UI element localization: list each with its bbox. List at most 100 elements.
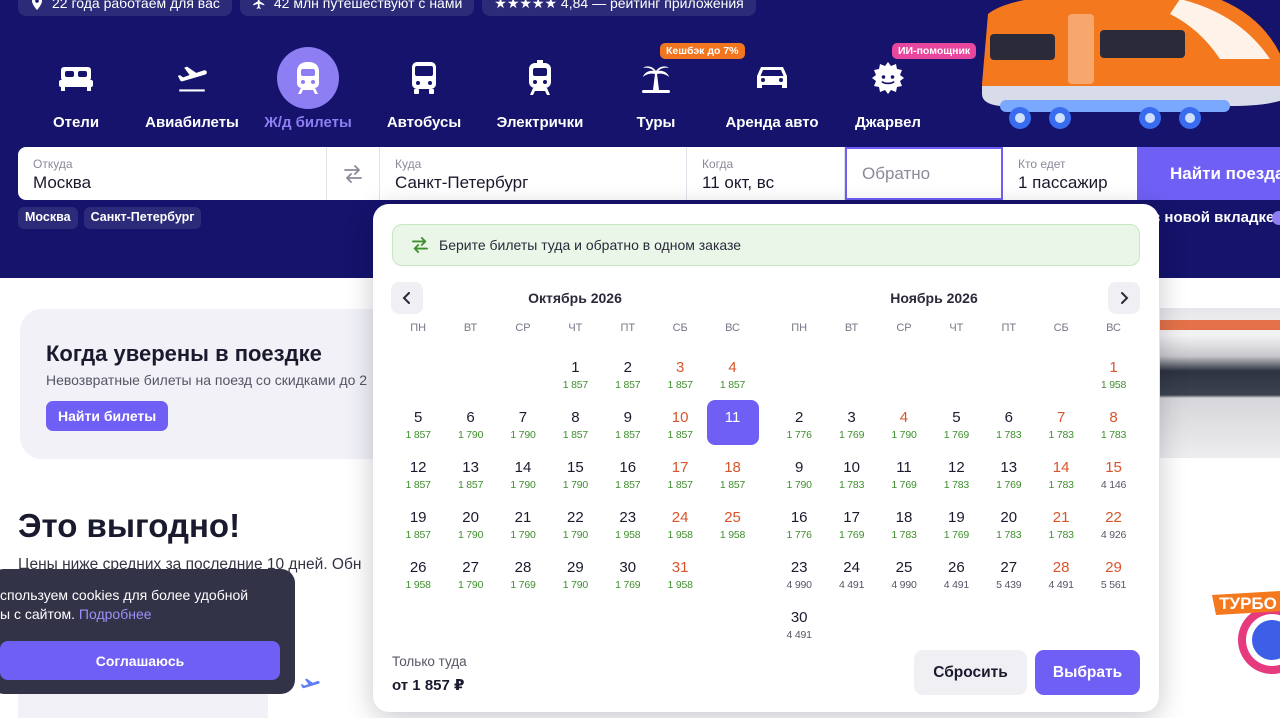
date-field[interactable]: Когда 11 окт, вс: [687, 147, 845, 200]
new-tab-toggle[interactable]: [1272, 211, 1280, 225]
passengers-field[interactable]: Кто едет 1 пассажир: [1003, 147, 1137, 200]
day-cell[interactable]: 19 1 857: [392, 506, 444, 556]
day-number: 29: [567, 559, 584, 576]
category-hotels[interactable]: Отели: [18, 47, 134, 131]
day-cell[interactable]: 6 1 783: [983, 406, 1035, 456]
day-cell[interactable]: 7 1 783: [1035, 406, 1087, 456]
day-cell[interactable]: 24 1 958: [654, 506, 706, 556]
day-cell[interactable]: 29 1 790: [549, 556, 601, 606]
swap-button[interactable]: [327, 147, 380, 200]
day-cell[interactable]: 21 1 783: [1035, 506, 1087, 556]
day-empty: [983, 356, 1035, 406]
plane-icon: [252, 0, 266, 10]
select-button[interactable]: Выбрать: [1035, 650, 1140, 695]
day-price: 1 857: [405, 429, 431, 441]
day-cell[interactable]: 16 1 776: [773, 506, 825, 556]
day-cell[interactable]: 2 1 857: [602, 356, 654, 406]
day-cell[interactable]: 30 4 491: [773, 606, 825, 656]
weekday-label: чт: [949, 322, 964, 334]
day-cell[interactable]: 8 1 783: [1087, 406, 1139, 456]
cookie-more-link[interactable]: Подробнее: [79, 606, 152, 622]
day-cell[interactable]: 4 1 790: [878, 406, 930, 456]
day-cell[interactable]: 3 1 857: [654, 356, 706, 406]
day-cell[interactable]: 9 1 857: [602, 406, 654, 456]
find-trains-button[interactable]: Найти поезда: [1137, 147, 1280, 200]
day-cell[interactable]: 16 1 857: [602, 456, 654, 506]
to-field[interactable]: Куда Санкт-Петербург: [380, 147, 687, 200]
day-cell[interactable]: 17 1 769: [825, 506, 877, 556]
day-price: 4 491: [838, 579, 865, 591]
day-cell[interactable]: 14 1 783: [1035, 456, 1087, 506]
day-cell[interactable]: 18 1 857: [706, 456, 758, 506]
day-cell[interactable]: 19 1 769: [930, 506, 982, 556]
day-cell[interactable]: 22 4 926: [1087, 506, 1139, 556]
category-flights[interactable]: Авиабилеты: [134, 47, 250, 131]
day-cell[interactable]: 3 1 769: [825, 406, 877, 456]
day-cell[interactable]: 26 1 958: [392, 556, 444, 606]
category-commuter-trains[interactable]: Электрички: [482, 47, 598, 131]
day-cell[interactable]: 25 4 990: [878, 556, 930, 606]
category-tours[interactable]: Кешбэк до 7% Туры: [598, 43, 745, 131]
day-cell[interactable]: 18 1 783: [878, 506, 930, 556]
return-date-field[interactable]: Обратно: [845, 147, 1003, 200]
day-cell[interactable]: 20 1 783: [983, 506, 1035, 556]
day-cell[interactable]: 15 4 146: [1087, 456, 1139, 506]
category-label: Электрички: [496, 114, 584, 131]
day-cell[interactable]: 23 4 990: [773, 556, 825, 606]
find-tickets-button[interactable]: Найти билеты: [46, 401, 169, 431]
category-buses[interactable]: Автобусы: [366, 47, 482, 131]
day-price: 1 790: [786, 479, 812, 491]
day-cell[interactable]: 12 1 857: [392, 456, 444, 506]
day-cell[interactable]: 5 1 769: [930, 406, 982, 456]
day-cell[interactable]: 5 1 857: [392, 406, 444, 456]
category-car-rental[interactable]: Аренда авто: [714, 47, 830, 131]
day-cell[interactable]: 27 5 439: [983, 556, 1035, 606]
day-cell[interactable]: 8 1 857: [549, 406, 601, 456]
day-cell[interactable]: 27 1 790: [444, 556, 496, 606]
day-cell[interactable]: 10 1 783: [825, 456, 877, 506]
day-cell[interactable]: 10 1 857: [654, 406, 706, 456]
day-cell-selected[interactable]: 11: [706, 400, 759, 445]
round-trip-banner[interactable]: Берите билеты туда и обратно в одном зак…: [392, 224, 1140, 266]
day-cell[interactable]: 28 1 769: [497, 556, 549, 606]
passengers-value: 1 пассажир: [1018, 173, 1108, 192]
reset-button[interactable]: Сбросить: [914, 650, 1027, 695]
day-cell[interactable]: 15 1 790: [549, 456, 601, 506]
day-cell[interactable]: 14 1 790: [497, 456, 549, 506]
day-cell[interactable]: 6 1 790: [444, 406, 496, 456]
day-price: 1 769: [838, 529, 865, 541]
day-cell[interactable]: 2 1 776: [773, 406, 825, 456]
day-cell[interactable]: 13 1 769: [983, 456, 1035, 506]
day-cell[interactable]: 13 1 857: [444, 456, 496, 506]
day-cell[interactable]: 9 1 790: [773, 456, 825, 506]
promo-text: Невозвратные билеты на поезд со скидками…: [46, 372, 368, 388]
day-cell[interactable]: 29 5 561: [1087, 556, 1139, 606]
day-cell[interactable]: 4 1 857: [706, 356, 758, 406]
day-number: 6: [466, 409, 475, 426]
day-cell[interactable]: 30 1 769: [602, 556, 654, 606]
day-cell[interactable]: 11 1 769: [878, 456, 930, 506]
turbo-badge[interactable]: ТУРБО: [1208, 585, 1280, 685]
day-cell[interactable]: 31 1 958: [654, 556, 706, 606]
topbar-pill-years: 22 года работаем для вас: [18, 0, 232, 16]
day-cell[interactable]: 17 1 857: [654, 456, 706, 506]
day-cell[interactable]: 20 1 790: [444, 506, 496, 556]
day-cell[interactable]: 26 4 491: [930, 556, 982, 606]
day-cell[interactable]: 25 1 958: [706, 506, 758, 556]
recent-chip[interactable]: Москва: [18, 207, 78, 229]
category-trains[interactable]: Ж/д билеты: [250, 47, 366, 131]
day-cell[interactable]: 28 4 491: [1035, 556, 1087, 606]
day-cell[interactable]: 24 4 491: [825, 556, 877, 606]
day-cell[interactable]: 1 1 857: [549, 356, 601, 406]
day-cell[interactable]: 22 1 790: [549, 506, 601, 556]
day-cell[interactable]: 23 1 958: [602, 506, 654, 556]
category-jarvel[interactable]: ИИ-помощник Джарвел: [830, 43, 977, 131]
day-cell[interactable]: 12 1 783: [930, 456, 982, 506]
recent-chip[interactable]: Санкт-Петербург: [83, 207, 202, 229]
cookie-accept-button[interactable]: Соглашаюсь: [0, 641, 280, 680]
day-cell[interactable]: 7 1 790: [497, 406, 549, 456]
return-date-placeholder: Обратно: [862, 163, 931, 183]
day-cell[interactable]: 21 1 790: [497, 506, 549, 556]
from-field[interactable]: Откуда Москва: [18, 147, 327, 200]
day-cell[interactable]: 1 1 958: [1087, 356, 1139, 406]
